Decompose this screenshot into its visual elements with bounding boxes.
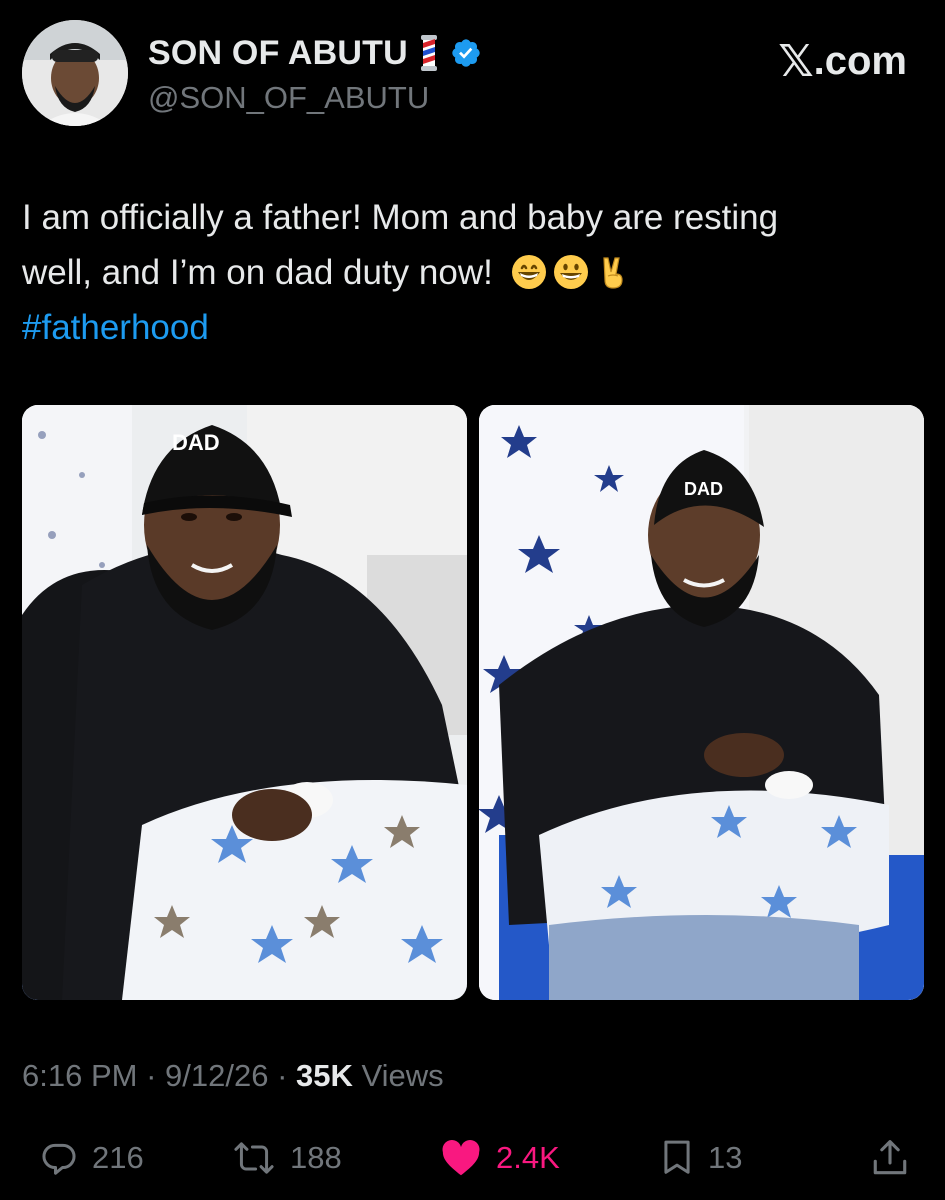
victory-hand-icon: [603, 257, 623, 289]
tweet-meta: 6:16 PM · 9/12/26 · 35K Views: [22, 1058, 444, 1094]
photo-1-cap-text: DAD: [172, 430, 220, 455]
x-logo-icon: 𝕏: [778, 36, 814, 87]
author-display-name[interactable]: SON OF ABUTU: [148, 34, 408, 73]
photo-2-cap-text: DAD: [684, 479, 723, 499]
author-handle[interactable]: @SON_OF_ABUTU: [148, 80, 429, 116]
heart-filled-icon: [442, 1140, 480, 1176]
tweet-text-line-1: I am officially a father! Mom and baby a…: [22, 198, 779, 237]
tweet-text-line-2: well, and I’m on dad duty now!: [22, 245, 922, 300]
author-avatar[interactable]: [22, 20, 128, 126]
bookmark-button[interactable]: 13: [660, 1130, 742, 1186]
tweet-actions-bar: 216 188 2.4K 13: [0, 1130, 945, 1186]
like-count: 2.4K: [496, 1140, 560, 1175]
share-button[interactable]: [872, 1130, 908, 1186]
reply-button[interactable]: 216: [40, 1130, 144, 1186]
verified-badge-icon: [452, 39, 480, 67]
grinning-face-icon: [553, 255, 588, 289]
tweet-photo-1[interactable]: DAD: [22, 405, 467, 1000]
bookmark-count: 13: [708, 1140, 743, 1175]
share-icon: [873, 1140, 907, 1175]
like-button[interactable]: 2.4K: [440, 1130, 560, 1186]
meta-separator: ·: [268, 1058, 297, 1093]
views-label: Views: [352, 1058, 444, 1093]
repost-icon: [234, 1142, 274, 1174]
reply-icon: [42, 1143, 76, 1175]
tweet-text-line-2-text: well, and I’m on dad duty now!: [22, 253, 493, 292]
barber-pole-icon: [420, 35, 437, 71]
repost-count: 188: [290, 1140, 342, 1175]
tweet-text: I am officially a father! Mom and baby a…: [22, 190, 922, 355]
x-com-watermark: 𝕏 .com: [778, 36, 907, 87]
meta-separator: ·: [137, 1058, 166, 1093]
views-count: 35K: [296, 1058, 353, 1093]
hashtag-link[interactable]: #fatherhood: [22, 300, 922, 355]
bookmark-icon: [664, 1140, 690, 1174]
tweet-photo-2[interactable]: DAD: [479, 405, 924, 1000]
tweet-time: 6:16 PM: [22, 1058, 138, 1093]
author-name-row[interactable]: SON OF ABUTU: [148, 32, 482, 74]
x-com-label: .com: [813, 39, 907, 83]
repost-button[interactable]: 188: [232, 1130, 342, 1186]
reply-count: 216: [92, 1140, 144, 1175]
tweet-date[interactable]: 9/12/26: [165, 1058, 268, 1093]
grinning-face-icon: [511, 255, 546, 289]
